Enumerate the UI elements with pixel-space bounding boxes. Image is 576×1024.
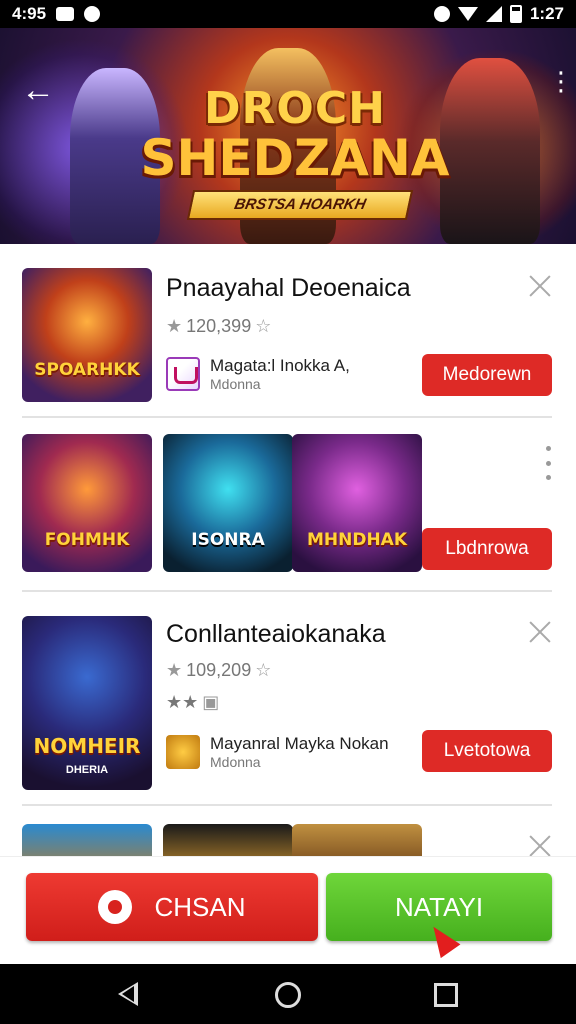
message-icon <box>56 7 75 21</box>
battery-icon <box>509 5 522 23</box>
hero-banner: DROCH SHEDZANA BRSTSA HOARKH ← ⋮ <box>0 28 576 244</box>
nav-back-icon[interactable] <box>118 982 138 1006</box>
gift-icon: ▣ <box>202 692 220 712</box>
install-button[interactable]: Medorewn <box>422 354 552 396</box>
developer-text: Mayanral Mayka Nokan Mdonna <box>210 734 389 770</box>
thumbnail-label: NOMHEIR <box>33 734 141 758</box>
thumbnail-label: ISONRA <box>191 530 265 550</box>
banner-title-line2: SHEDZANA <box>140 129 450 187</box>
wifi-icon <box>457 7 478 21</box>
thumbnail-art <box>292 434 422 572</box>
star-icon: ★ <box>166 660 183 680</box>
back-arrow-icon[interactable]: ← <box>18 72 58 112</box>
app-title[interactable]: Pnaayahal Deoenaica <box>166 274 411 303</box>
developer-info: Magata:l Inokka A, Mdonna <box>166 356 350 392</box>
app-rating: ★ 109,209 ☆ <box>166 660 271 681</box>
thumbnail-label: SPOARHKK <box>34 360 140 380</box>
app-thumbnail[interactable]: MHNDHAK <box>292 434 422 572</box>
rating-count: 120,399 <box>186 316 252 336</box>
close-icon[interactable] <box>528 620 552 644</box>
signal-icon <box>485 6 502 22</box>
system-nav-bar <box>0 964 576 1024</box>
divider <box>22 804 552 806</box>
banner-title: DROCH SHEDZANA <box>130 83 460 187</box>
list-item[interactable]: NOMHEIR DHERIA Conllanteaiokanaka ★ 109,… <box>0 600 576 804</box>
developer-name: Mayanral Mayka Nokan <box>210 734 389 753</box>
app-thumbnail[interactable]: NOMHEIR DHERIA <box>22 616 152 790</box>
nav-home-icon[interactable] <box>275 982 301 1008</box>
notification-icon <box>84 6 101 22</box>
status-clock: 1:27 <box>529 4 564 23</box>
developer-sub: Mdonna <box>210 376 261 392</box>
app-title[interactable]: Conllanteaiokanaka <box>166 620 386 649</box>
secondary-rating-stars: ★★ <box>166 692 199 712</box>
developer-logo-icon <box>166 357 200 391</box>
thumbnail-art <box>22 434 152 572</box>
status-time: 4:95 <box>12 4 47 23</box>
secondary-action-label: NATAYI <box>394 891 484 922</box>
developer-info: Mayanral Mayka Nokan Mdonna <box>166 734 389 770</box>
status-bar: 4:95 1:27 <box>0 0 576 28</box>
primary-action-button[interactable]: CHSAN <box>26 873 318 941</box>
app-thumbnail[interactable]: ISONRA <box>163 434 293 572</box>
developer-sub: Mdonna <box>210 754 261 770</box>
install-button[interactable]: Lvetotowa <box>422 730 552 772</box>
action-bar: CHSAN NATAYI <box>0 856 576 964</box>
thumbnail-sublabel: DHERIA <box>65 764 109 776</box>
star-outline-icon: ☆ <box>255 316 272 336</box>
more-vert-icon[interactable]: ⋮ <box>548 68 574 106</box>
star-icon: ★ <box>166 316 183 336</box>
star-outline-icon: ☆ <box>255 660 272 680</box>
app-rating: ★ 120,399 ☆ <box>166 316 271 337</box>
thumbnail-label: FOHMHK <box>44 530 130 550</box>
thumbnail-art <box>163 434 293 572</box>
app-thumbnail[interactable]: SPOARHKK <box>22 268 152 402</box>
close-icon[interactable] <box>528 834 552 858</box>
developer-name: Magata:l Inokka A, <box>210 356 350 375</box>
thumbnail-art <box>22 268 152 402</box>
more-vert-icon[interactable] <box>544 446 552 480</box>
list-item[interactable]: FOHMHK ISONRA MHNDHAK Lbdnrowa <box>0 418 576 590</box>
install-button[interactable]: Lbdnrowa <box>422 528 552 570</box>
list-item[interactable]: SPOARHKK Pnaayahal Deoenaica ★ 120,399 ☆… <box>0 244 576 416</box>
app-thumbnail[interactable]: FOHMHK <box>22 434 152 572</box>
thumbnail-label: MHNDHAK <box>306 530 408 550</box>
gear-icon <box>98 890 133 924</box>
developer-logo-icon <box>166 735 200 769</box>
nav-recents-icon[interactable] <box>434 983 458 1007</box>
divider <box>22 590 552 592</box>
rating-count: 109,209 <box>186 660 252 680</box>
banner-ribbon: BRSTSA HOARKH <box>186 190 414 220</box>
primary-action-label: CHSAN <box>154 891 246 922</box>
developer-text: Magata:l Inokka A, Mdonna <box>210 356 350 392</box>
banner-title-line1: DROCH <box>204 83 386 134</box>
secondary-rating: ★★ ▣ <box>166 692 219 713</box>
close-icon[interactable] <box>528 274 552 298</box>
alarm-icon <box>433 6 450 22</box>
